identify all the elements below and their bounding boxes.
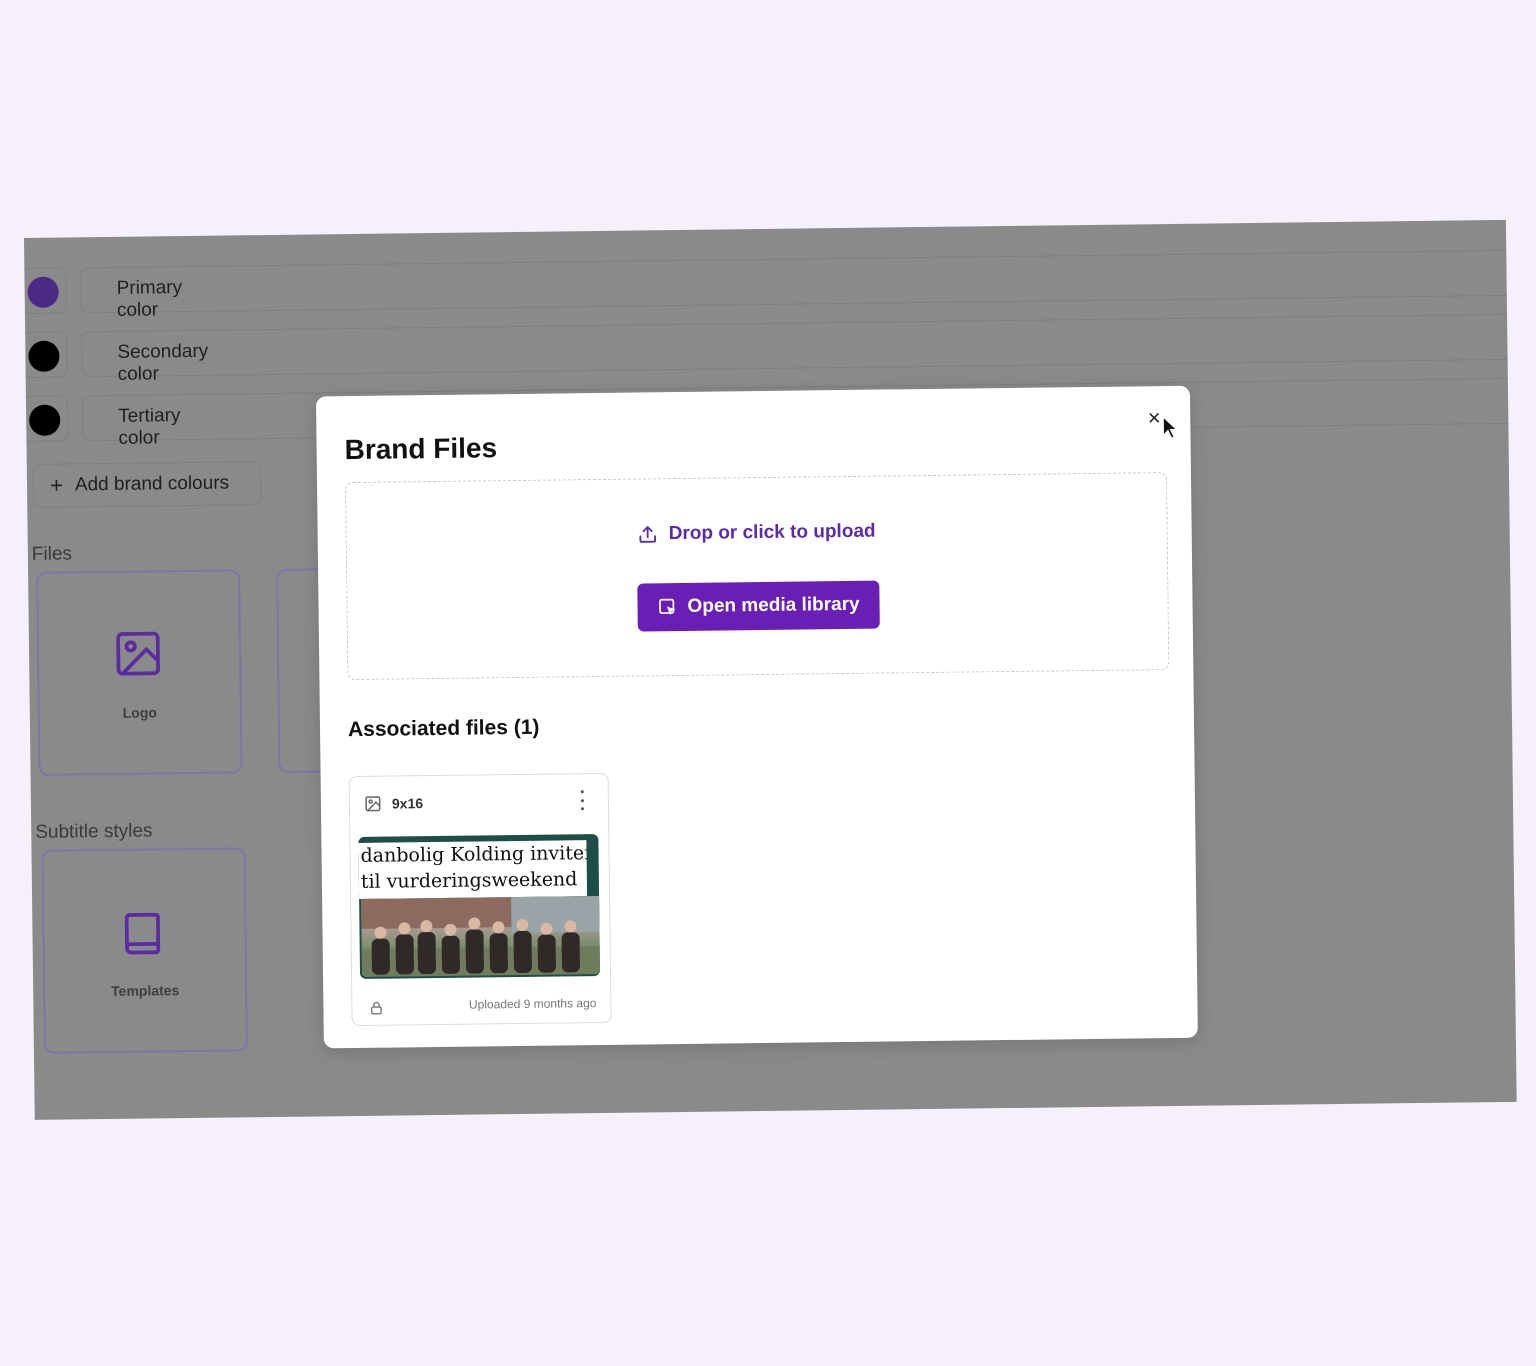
secondary-color-field[interactable] xyxy=(81,313,1517,378)
lock-icon xyxy=(368,999,384,1022)
image-icon xyxy=(116,631,160,676)
logo-label: Logo xyxy=(122,704,158,721)
open-media-library-button[interactable]: Open media library xyxy=(637,580,880,632)
color-row-primary[interactable]: Primary color xyxy=(24,249,1517,321)
associated-files-title: Associated files (1) xyxy=(347,715,540,742)
color-label: Tertiary color xyxy=(118,405,181,449)
modal-title: Brand Files xyxy=(344,432,498,466)
file-card-header: 9x16 xyxy=(364,794,423,813)
subtitle-styles-title: Subtitle styles xyxy=(35,820,153,843)
open-media-library-label: Open media library xyxy=(687,593,860,617)
color-swatch-box[interactable] xyxy=(24,267,67,315)
plus-icon: + xyxy=(49,472,64,498)
add-brand-colours-label: Add brand colours xyxy=(74,472,230,496)
primary-color-field[interactable] xyxy=(80,249,1517,314)
thumbnail-caption: danbolig Kolding inviterer til vurdering… xyxy=(358,840,588,899)
file-card[interactable]: 9x16 danbolig Kolding inviterer til vurd… xyxy=(348,772,612,1027)
thumbnail-caption-line: til vurderingsweekend xyxy=(360,868,578,893)
file-name: 9x16 xyxy=(391,795,424,812)
upload-text: Drop or click to upload xyxy=(668,520,876,545)
brand-files-modal: Brand Files × Drop or click to upload Op… xyxy=(315,385,1198,1049)
files-section-title: Files xyxy=(31,543,73,565)
color-label: Primary color xyxy=(116,277,183,321)
color-row-tertiary[interactable]: Tertiary color xyxy=(24,377,1517,449)
color-label: Secondary color xyxy=(117,340,209,385)
upload-dropzone[interactable]: Drop or click to upload Open media libra… xyxy=(345,472,1170,681)
tertiary-color-swatch xyxy=(29,404,61,436)
upload-timestamp: Uploaded 9 months ago xyxy=(468,996,597,1012)
more-options-icon[interactable] xyxy=(578,790,586,811)
media-library-icon xyxy=(659,598,676,615)
color-swatch-box[interactable] xyxy=(24,395,69,443)
group-photo-image xyxy=(361,896,601,977)
logo-tile[interactable]: Logo xyxy=(36,569,243,776)
thumbnail-photo xyxy=(361,896,601,977)
app-window: Primary color Secondary color Tertiary c… xyxy=(24,219,1517,1120)
book-icon xyxy=(124,912,161,955)
primary-color-swatch xyxy=(27,276,59,308)
color-swatch-box[interactable] xyxy=(24,331,68,379)
mouse-cursor-icon xyxy=(1162,415,1178,439)
add-brand-colours-button[interactable]: + Add brand colours xyxy=(32,461,262,508)
color-row-secondary[interactable]: Secondary color xyxy=(24,313,1517,385)
upload-link[interactable]: Drop or click to upload xyxy=(637,521,876,546)
templates-label: Templates xyxy=(110,982,180,999)
upload-icon xyxy=(639,526,656,543)
close-icon: × xyxy=(1147,405,1161,431)
thumbnail-caption-line: danbolig Kolding inviterer xyxy=(360,841,588,867)
image-icon xyxy=(365,796,381,812)
templates-tile[interactable]: Templates xyxy=(41,847,248,1054)
secondary-color-swatch xyxy=(28,340,60,372)
file-thumbnail[interactable]: danbolig Kolding inviterer til vurdering… xyxy=(358,834,601,979)
